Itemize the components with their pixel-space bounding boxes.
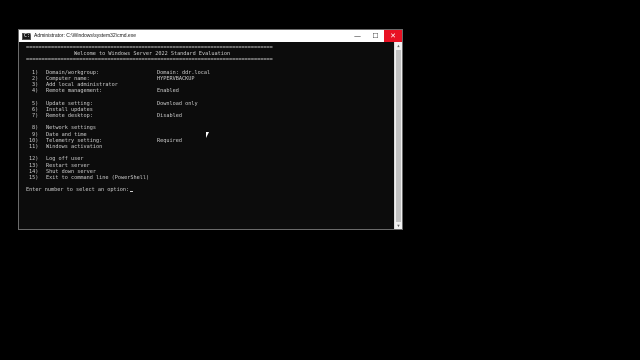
prompt-row[interactable]: Enter number to select an option: (26, 187, 392, 193)
console-output[interactable]: ========================================… (26, 45, 392, 227)
vertical-scrollbar[interactable]: ▲ ▼ (394, 42, 402, 229)
cmd-window: C:\ Administrator: C:\Windows\system32\c… (18, 29, 403, 230)
scroll-thumb[interactable] (396, 50, 401, 222)
maximize-button[interactable]: ☐ (367, 30, 384, 42)
prompt-label: Enter number to select an option: (26, 187, 130, 194)
menu-option-label: Exit to command line (PowerShell) (46, 174, 150, 181)
cmd-app-icon: C:\ (22, 32, 34, 40)
welcome-row: Welcome to Windows Server 2022 Standard … (26, 51, 392, 57)
scroll-down-arrow-icon[interactable]: ▼ (395, 222, 402, 229)
mouse-pointer-icon (206, 132, 209, 138)
menu-list: 1) Domain/workgroup: Domain: ddr.local 2) Co… (26, 70, 392, 181)
welcome-text: Welcome to Windows Server 2022 Standard … (74, 51, 231, 58)
menu-option: 15) Exit to command line (PowerShell) (26, 175, 392, 181)
scroll-up-arrow-icon[interactable]: ▲ (395, 42, 402, 49)
minimize-button[interactable]: — (349, 30, 366, 42)
menu-option-number: 15) (29, 174, 39, 181)
text-cursor (130, 191, 134, 193)
title-bar[interactable]: C:\ Administrator: C:\Windows\system32\c… (19, 30, 402, 42)
close-button[interactable]: ✕ (384, 30, 402, 42)
prompt-text[interactable]: Enter number to select an option: (26, 187, 134, 194)
window-title: Administrator: C:\Windows\system32\cmd.e… (34, 33, 136, 39)
